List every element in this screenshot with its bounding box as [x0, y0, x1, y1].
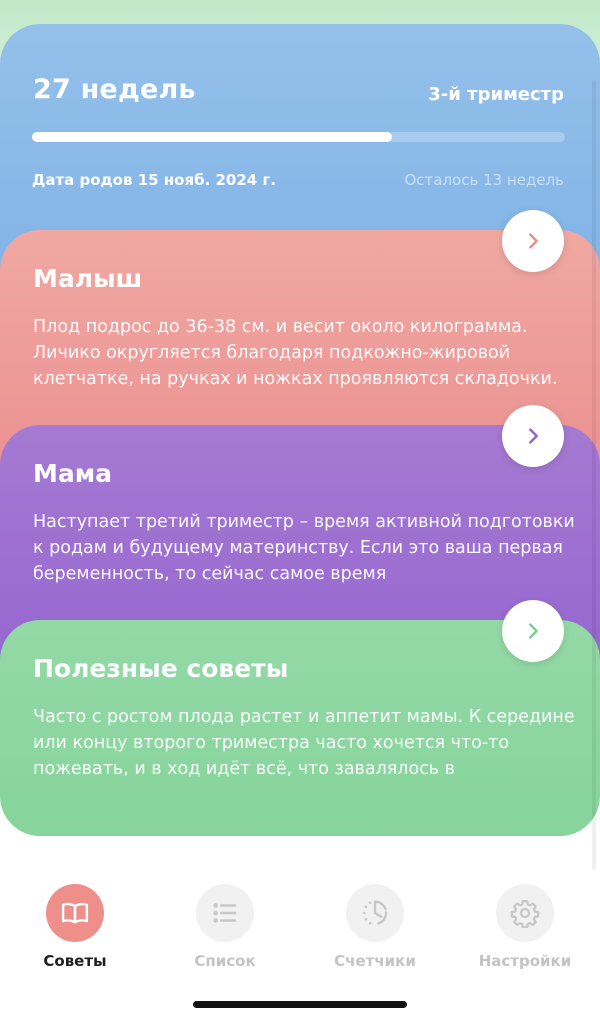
tab-settings[interactable]: Настройки	[460, 870, 590, 980]
tab-advice-label: Советы	[43, 952, 107, 970]
baby-card-text: Плод подрос до 36-38 см. и весит около к…	[33, 317, 558, 389]
progress-fill	[32, 132, 392, 142]
tab-settings-label: Настройки	[478, 952, 572, 970]
tips-card-title: Полезные советы	[33, 654, 289, 683]
pregnancy-progress-bar	[32, 132, 565, 142]
tab-advice[interactable]: Советы	[10, 870, 140, 980]
mom-open-button[interactable]	[502, 405, 564, 467]
chevron-right-icon	[529, 623, 538, 639]
scrollbar[interactable]	[592, 80, 596, 870]
tips-open-button[interactable]	[502, 600, 564, 662]
baby-open-button[interactable]	[502, 210, 564, 272]
chevron-right-icon	[529, 428, 538, 444]
week-title: 27 недель	[33, 74, 196, 105]
gear-icon	[496, 884, 554, 942]
trimester-label: 3-й триместр	[428, 84, 564, 105]
tips-card[interactable]: Полезные советы Часто с ростом плода рас…	[0, 600, 600, 836]
list-icon	[196, 884, 254, 942]
tab-list[interactable]: Список	[160, 870, 290, 980]
due-date-label: Дата родов 15 нояб. 2024 г.	[32, 171, 276, 189]
mom-card-text: Наступает третий триместр – время активн…	[33, 512, 575, 584]
home-indicator	[193, 1001, 407, 1008]
tips-card-text: Часто с ростом плода растет и аппетит ма…	[33, 707, 575, 779]
mom-card-title: Мама	[33, 459, 113, 488]
tab-counters[interactable]: Счетчики	[310, 870, 440, 980]
timer-icon	[346, 884, 404, 942]
tab-counters-label: Счетчики	[334, 952, 416, 970]
book-icon	[46, 884, 104, 942]
baby-card-title: Малыш	[33, 264, 143, 293]
weeks-remaining-label: Осталось 13 недель	[404, 171, 564, 189]
chevron-right-icon	[529, 233, 538, 249]
tab-bar: Советы Список Счетчики Настройки	[0, 870, 600, 980]
tab-list-label: Список	[194, 952, 256, 970]
